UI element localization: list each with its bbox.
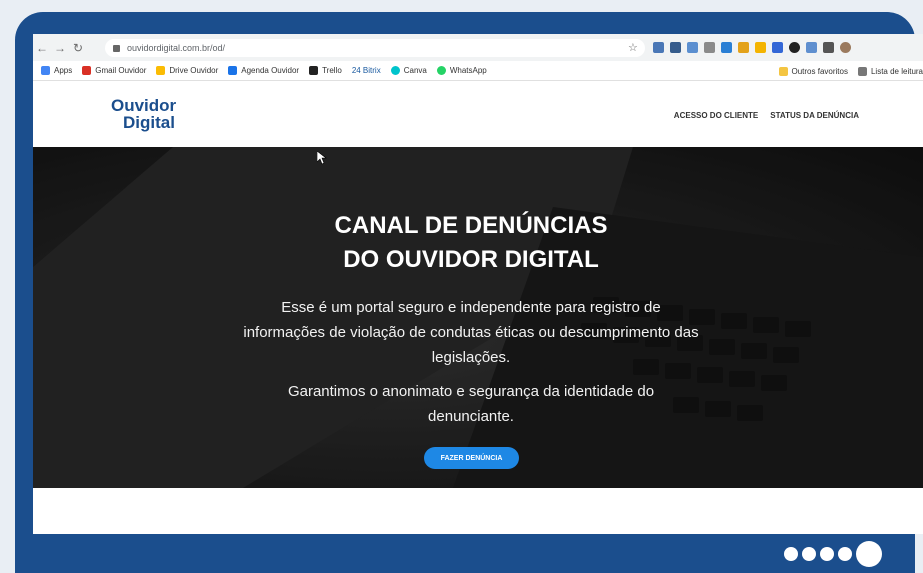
extension-icon[interactable] xyxy=(653,42,664,53)
extension-icon[interactable] xyxy=(772,42,783,53)
make-report-button[interactable]: FAZER DENÚNCIA xyxy=(424,447,519,469)
hero-description: Esse é um portal seguro e independente p… xyxy=(243,299,699,366)
gmail-icon xyxy=(82,66,92,75)
browser-window: ← → ↻ ouvidordigital.com.br/od/ ☆ Apps G… xyxy=(33,34,923,534)
carousel-dot[interactable] xyxy=(802,547,816,561)
forward-icon[interactable]: → xyxy=(51,41,69,55)
logo-line1: Ouvidor xyxy=(111,96,177,115)
extension-icon[interactable] xyxy=(670,42,681,53)
reading-list[interactable]: Lista de leitura xyxy=(857,66,923,76)
reading-list-icon xyxy=(857,66,867,76)
avatar[interactable] xyxy=(840,42,851,53)
reload-icon[interactable]: ↻ xyxy=(69,41,87,55)
mouse-cursor-icon xyxy=(317,151,327,165)
logo[interactable]: Ouvidor Digital xyxy=(111,97,176,131)
folder-icon xyxy=(778,66,788,76)
carousel-dot-active[interactable] xyxy=(856,541,882,567)
logo-line2: Digital xyxy=(123,113,175,132)
other-favorites[interactable]: Outros favoritos xyxy=(778,66,848,76)
bookmarks-right: Outros favoritos Lista de leitura xyxy=(778,61,923,81)
bookmark-gmail[interactable]: Gmail Ouvidor xyxy=(82,66,146,75)
address-bar-row: ← → ↻ ouvidordigital.com.br/od/ ☆ xyxy=(33,34,923,61)
bookmark-apps[interactable]: Apps xyxy=(41,66,72,75)
bookmark-agenda[interactable]: Agenda Ouvidor xyxy=(228,66,299,75)
canva-icon xyxy=(390,66,400,75)
hero-title: CANAL DE DENÚNCIAS DO OUVIDOR DIGITAL xyxy=(334,212,608,273)
drive-icon xyxy=(156,66,166,75)
extensions-area xyxy=(653,42,851,53)
carousel-dot[interactable] xyxy=(820,547,834,561)
site-header: Ouvidor Digital ACESSO DO CLIENTE STATUS… xyxy=(33,81,923,147)
calendar-icon xyxy=(228,66,238,75)
lock-icon xyxy=(113,44,120,52)
bookmark-drive[interactable]: Drive Ouvidor xyxy=(156,66,218,75)
url-input[interactable]: ouvidordigital.com.br/od/ xyxy=(105,39,645,57)
extension-icon[interactable] xyxy=(755,42,766,53)
bookmark-bitrix[interactable]: 24 Bitrix xyxy=(352,66,381,75)
bookmark-canva[interactable]: Canva xyxy=(390,66,427,75)
nav-report-status[interactable]: STATUS DA DENÚNCIA xyxy=(770,111,859,120)
extension-icon[interactable] xyxy=(806,42,817,53)
main-nav: ACESSO DO CLIENTE STATUS DA DENÚNCIA xyxy=(674,111,859,120)
carousel-dot[interactable] xyxy=(784,547,798,561)
extension-icon[interactable] xyxy=(721,42,732,53)
bookmark-trello[interactable]: Trello xyxy=(309,66,342,75)
star-icon[interactable]: ☆ xyxy=(628,41,638,54)
extension-icon[interactable] xyxy=(704,42,715,53)
extension-icon[interactable] xyxy=(738,42,749,53)
back-icon[interactable]: ← xyxy=(33,41,51,55)
puzzle-icon[interactable] xyxy=(823,42,834,53)
apps-icon xyxy=(41,66,50,75)
carousel-dots xyxy=(784,541,882,567)
hero-section: CANAL DE DENÚNCIAS DO OUVIDOR DIGITAL Es… xyxy=(33,147,923,488)
carousel-dot[interactable] xyxy=(838,547,852,561)
bookmark-whatsapp[interactable]: WhatsApp xyxy=(436,66,487,75)
whatsapp-icon xyxy=(436,66,446,75)
trello-icon xyxy=(309,66,319,75)
nav-client-access[interactable]: ACESSO DO CLIENTE xyxy=(674,111,758,120)
hero-anonymity-text: Garantimos o anonimato e segurança da id… xyxy=(287,383,655,425)
extension-icon[interactable] xyxy=(687,42,698,53)
extension-icon[interactable] xyxy=(789,42,800,53)
bookmarks-bar: Apps Gmail Ouvidor Drive Ouvidor Agenda … xyxy=(33,61,923,81)
url-text: ouvidordigital.com.br/od/ xyxy=(127,43,226,53)
